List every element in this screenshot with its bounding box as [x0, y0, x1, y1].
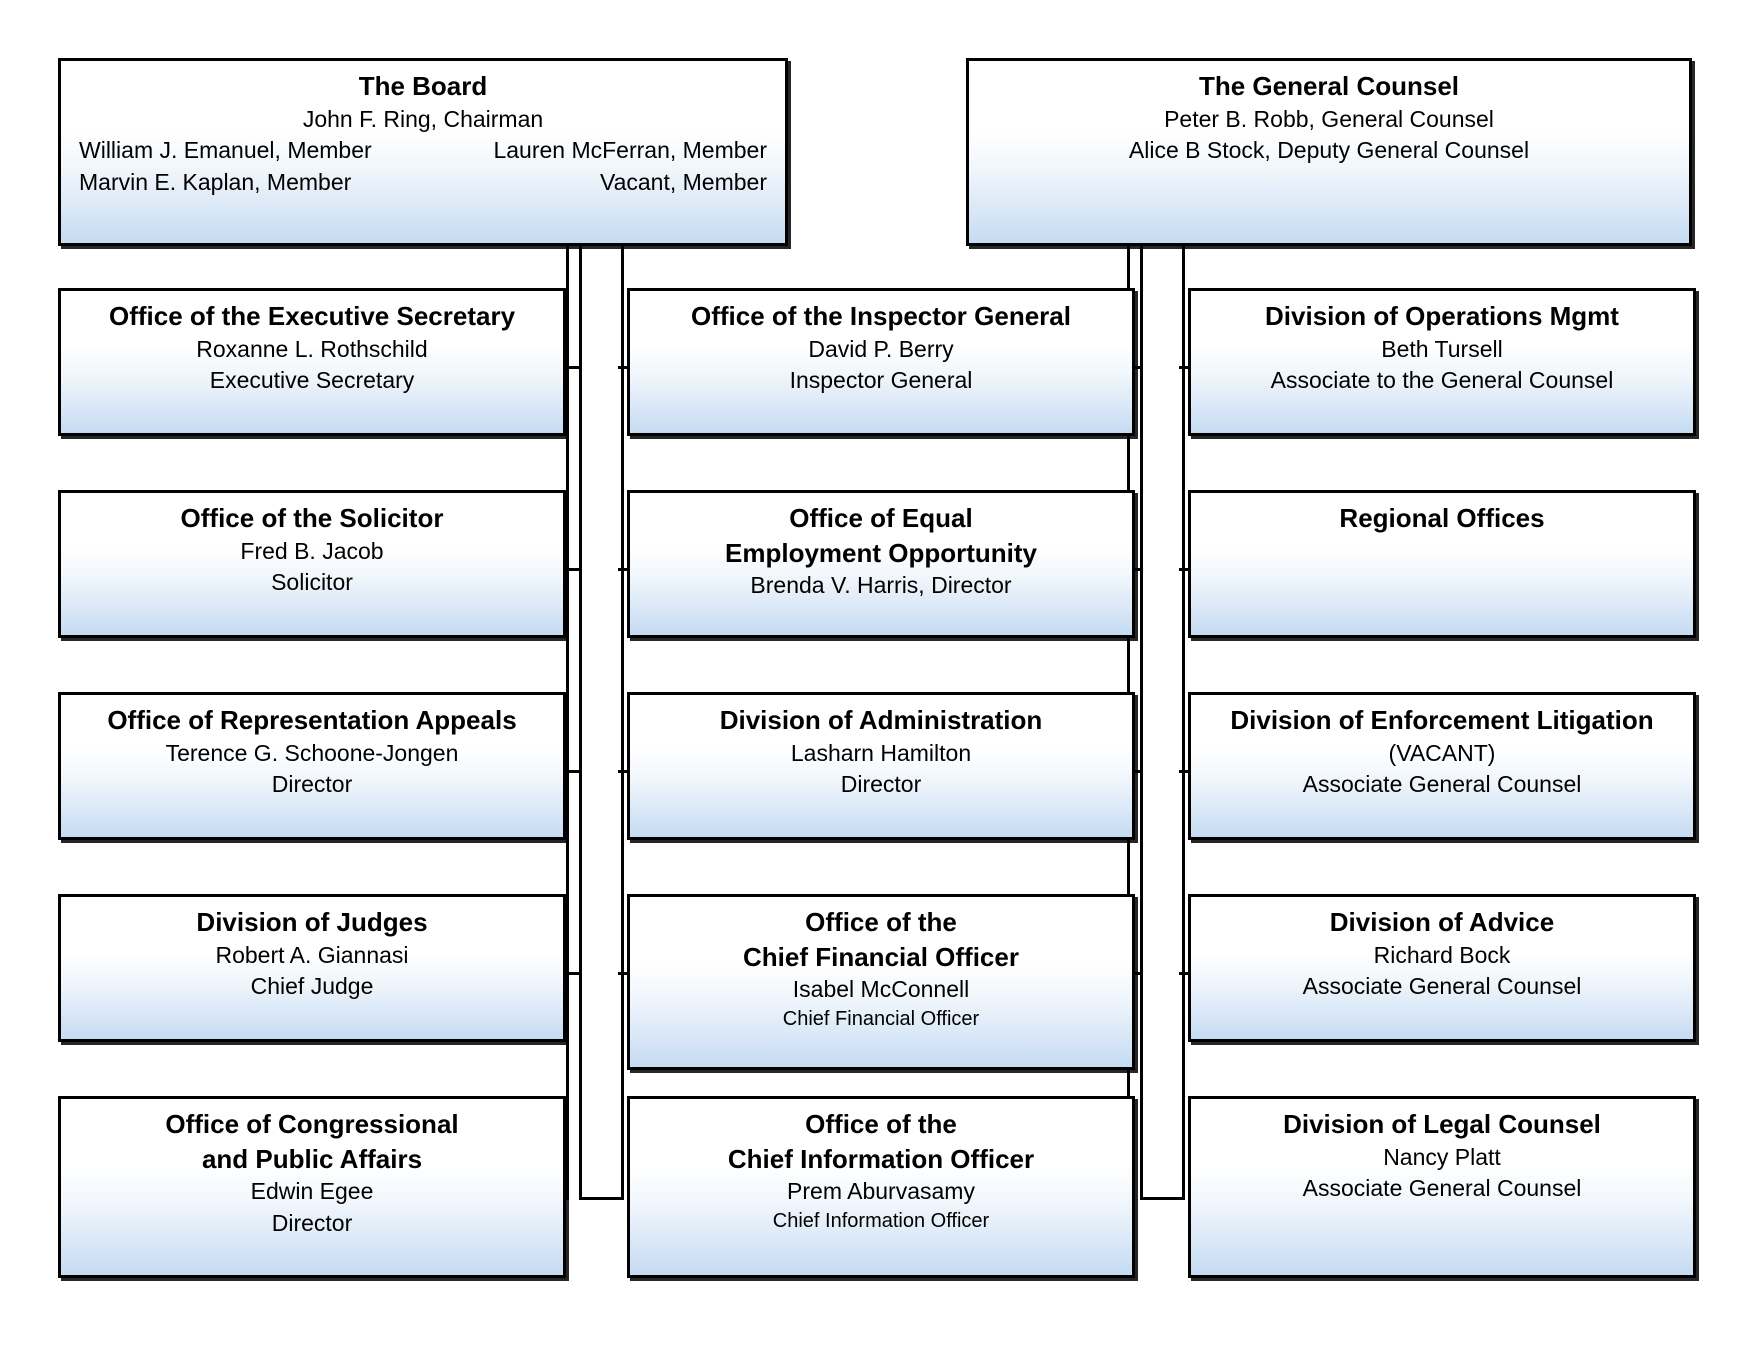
box-person-name: Fred B. Jacob	[240, 537, 384, 564]
box-the-board-chairman: John F. Ring, Chairman	[302, 105, 544, 132]
box-person-name: Richard Bock	[1373, 941, 1511, 968]
box-regional-offices[interactable]: Regional Offices	[1188, 490, 1696, 638]
box-division-of-judges[interactable]: Division of Judges Robert A. Giannasi Ch…	[58, 894, 566, 1042]
box-office-of-the-executive-secretary[interactable]: Office of the Executive Secretary Roxann…	[58, 288, 566, 436]
box-division-of-enforcement-litigation[interactable]: Division of Enforcement Litigation (VACA…	[1188, 692, 1696, 840]
box-division-of-legal-counsel[interactable]: Division of Legal Counsel Nancy Platt As…	[1188, 1096, 1696, 1278]
box-person-role: Chief Judge	[250, 973, 374, 1000]
box-person-name: Beth Tursell	[1381, 335, 1503, 362]
box-person-role: Chief Information Officer	[772, 1209, 990, 1232]
box-person-name: Prem Aburvasamy	[787, 1178, 975, 1205]
box-division-of-advice[interactable]: Division of Advice Richard Bock Associat…	[1188, 894, 1696, 1042]
box-title-line-1: Office of Congressional	[165, 1109, 459, 1139]
box-person-role: Associate General Counsel	[1302, 1175, 1582, 1202]
box-title: Office of the Solicitor	[180, 503, 444, 533]
box-person-role: Director	[271, 771, 353, 798]
box-title: Office of the Inspector General	[691, 301, 1071, 331]
box-title: Division of Advice	[1329, 907, 1555, 937]
box-the-board-title: The Board	[358, 71, 488, 101]
connector-gc-spine-foot	[1140, 1197, 1185, 1200]
deputy-general-counsel-name: Alice B Stock, Deputy General Counsel	[1128, 137, 1530, 164]
box-person-name: Brenda V. Harris, Director	[750, 572, 1012, 599]
box-title-line-2: Employment Opportunity	[725, 537, 1037, 568]
box-person-role: Solicitor	[271, 569, 353, 596]
box-vacancy-status: (VACANT)	[1388, 739, 1496, 766]
box-office-of-the-solicitor[interactable]: Office of the Solicitor Fred B. Jacob So…	[58, 490, 566, 638]
box-person-name: Terence G. Schoone-Jongen	[165, 739, 459, 766]
box-person-name: Edwin Egee	[250, 1178, 374, 1205]
box-title: Division of Administration	[719, 705, 1043, 735]
board-member-emanuel: William J. Emanuel, Member	[79, 137, 372, 164]
box-person-role: Director	[840, 771, 922, 798]
box-the-general-counsel[interactable]: The General Counsel Peter B. Robb, Gener…	[966, 58, 1692, 246]
box-office-of-the-inspector-general[interactable]: Office of the Inspector General David P.…	[627, 288, 1135, 436]
board-member-vacant: Vacant, Member	[599, 169, 767, 196]
connector-board-spine-foot	[579, 1197, 624, 1200]
connector-gc-spine-left	[1140, 246, 1143, 1200]
box-person-role: Associate General Counsel	[1302, 771, 1582, 798]
box-person-name: Nancy Platt	[1383, 1143, 1501, 1170]
connector-left-spine	[566, 246, 569, 1200]
box-division-of-operations-mgmt[interactable]: Division of Operations Mgmt Beth Tursell…	[1188, 288, 1696, 436]
board-member-kaplan: Marvin E. Kaplan, Member	[79, 169, 352, 196]
box-title-line-1: Office of the	[805, 907, 957, 937]
connector-board-spine-right	[621, 246, 624, 1200]
connector-gc-spine-right	[1182, 246, 1185, 1200]
box-person-role: Associate to the General Counsel	[1270, 367, 1614, 394]
box-office-of-equal-employment-opportunity[interactable]: Office of Equal Employment Opportunity B…	[627, 490, 1135, 638]
box-title-line-2: Chief Financial Officer	[743, 941, 1019, 972]
box-title-line-2: and Public Affairs	[201, 1143, 423, 1174]
box-title: Regional Offices	[1339, 503, 1545, 533]
box-division-of-administration[interactable]: Division of Administration Lasharn Hamil…	[627, 692, 1135, 840]
box-title: Division of Legal Counsel	[1283, 1109, 1601, 1139]
board-member-mcferran: Lauren McFerran, Member	[493, 137, 767, 164]
connector-board-spine-left	[579, 246, 582, 1200]
box-title-line-1: Office of Equal	[789, 503, 973, 533]
box-person-role: Director	[271, 1209, 353, 1236]
box-person-name: Robert A. Giannasi	[215, 941, 409, 968]
box-title: Division of Judges	[196, 907, 428, 937]
box-person-name: Isabel McConnell	[792, 976, 970, 1003]
box-person-name: Roxanne L. Rothschild	[196, 335, 428, 362]
box-title: Division of Enforcement Litigation	[1230, 705, 1654, 735]
org-chart-canvas: The Board John F. Ring, Chairman William…	[0, 0, 1750, 1350]
box-title: Division of Operations Mgmt	[1265, 301, 1619, 331]
box-office-of-congressional-and-public-affairs[interactable]: Office of Congressional and Public Affai…	[58, 1096, 566, 1278]
box-office-of-the-chief-information-officer[interactable]: Office of the Chief Information Officer …	[627, 1096, 1135, 1278]
general-counsel-name: Peter B. Robb, General Counsel	[1164, 105, 1494, 132]
box-person-role: Chief Financial Officer	[782, 1007, 980, 1030]
box-title-line-2: Chief Information Officer	[727, 1143, 1035, 1174]
box-the-board-members-row-2: Marvin E. Kaplan, Member Vacant, Member	[61, 167, 785, 199]
box-person-name: David P. Berry	[808, 335, 954, 362]
box-the-board[interactable]: The Board John F. Ring, Chairman William…	[58, 58, 788, 246]
box-title: Office of the Executive Secretary	[108, 301, 516, 331]
box-office-of-representation-appeals[interactable]: Office of Representation Appeals Terence…	[58, 692, 566, 840]
box-office-of-the-chief-financial-officer[interactable]: Office of the Chief Financial Officer Is…	[627, 894, 1135, 1070]
box-title-line-1: Office of the	[805, 1109, 957, 1139]
box-person-role: Associate General Counsel	[1302, 973, 1582, 1000]
box-the-board-members-row-1: William J. Emanuel, Member Lauren McFerr…	[61, 135, 785, 167]
box-title: Office of Representation Appeals	[107, 705, 517, 735]
box-the-general-counsel-title: The General Counsel	[1198, 71, 1460, 101]
box-person-name: Lasharn Hamilton	[790, 739, 972, 766]
box-person-role: Inspector General	[789, 367, 973, 394]
box-person-role: Executive Secretary	[209, 367, 415, 394]
